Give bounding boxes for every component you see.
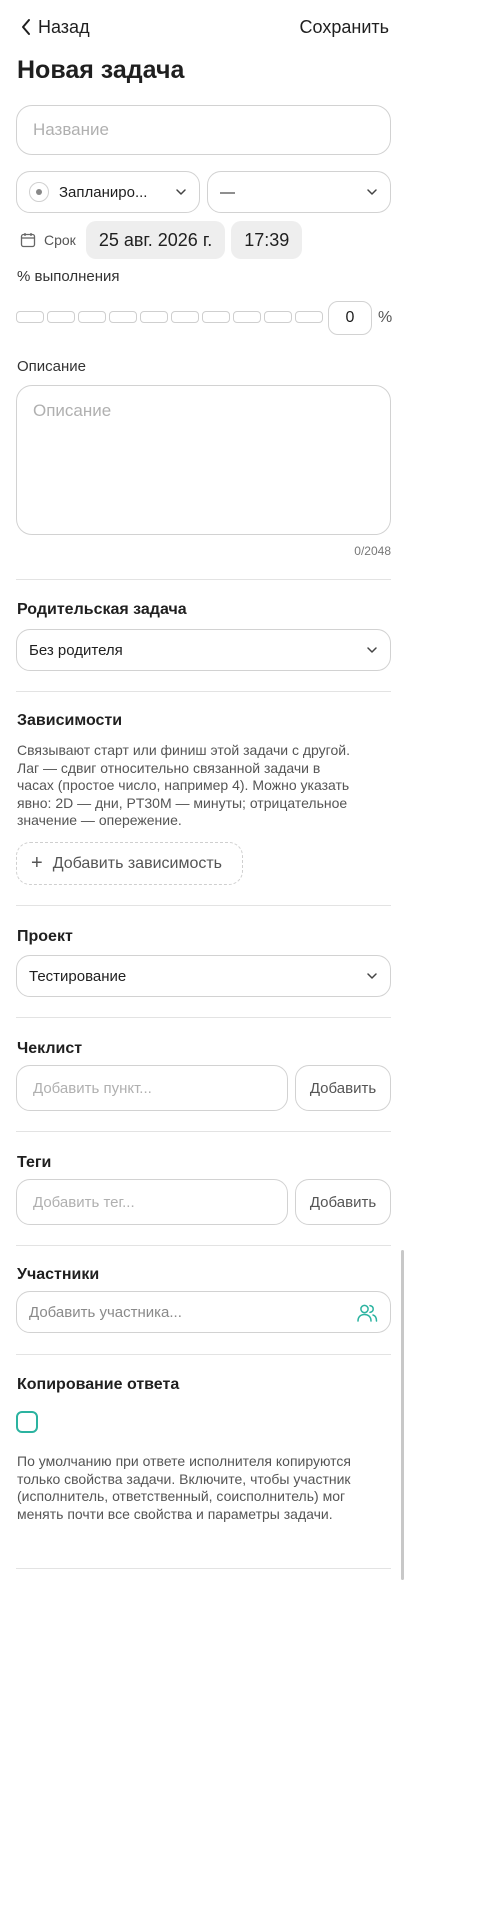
priority-value: — — [220, 183, 235, 201]
divider — [16, 1245, 391, 1246]
task-name-input[interactable]: Название — [16, 105, 391, 155]
dependencies-line: Лаг — сдвиг относительно связанной задач… — [17, 759, 321, 776]
checklist-input[interactable]: Добавить пункт... — [16, 1065, 288, 1111]
tags-placeholder: Добавить тег... — [33, 1193, 135, 1211]
progress-segment[interactable] — [264, 311, 292, 323]
progress-segment[interactable] — [202, 311, 230, 323]
checklist-placeholder: Добавить пункт... — [33, 1079, 152, 1097]
divider — [16, 1131, 391, 1132]
project-select[interactable]: Тестирование — [16, 955, 391, 997]
dependencies-line: Связывают старт или финиш этой задачи с … — [17, 742, 350, 758]
copy-reply-title: Копирование ответа — [17, 1376, 180, 1393]
members-title: Участники — [17, 1266, 100, 1283]
progress-segment[interactable] — [140, 311, 168, 323]
description-counter: 0/2048 — [354, 544, 391, 558]
checklist-add-button[interactable]: Добавить — [295, 1065, 391, 1111]
copy-reply-line: По умолчанию при ответе исполнителя копи… — [17, 1453, 352, 1469]
progress-segment[interactable] — [295, 311, 323, 323]
priority-select[interactable]: — — [207, 171, 391, 213]
dependencies-line: значение — опережение. — [17, 812, 182, 828]
progress-segment[interactable] — [109, 311, 137, 323]
project-title: Проект — [17, 928, 73, 945]
divider — [16, 691, 391, 692]
parent-task-value: Без родителя — [29, 641, 123, 659]
calendar-icon — [20, 233, 36, 248]
divider — [16, 1354, 391, 1355]
progress-segment[interactable] — [233, 311, 261, 323]
add-dependency-button[interactable]: + Добавить зависимость — [16, 842, 243, 885]
task-name-placeholder: Название — [33, 120, 109, 139]
users-icon[interactable] — [356, 1302, 378, 1324]
project-value: Тестирование — [29, 967, 127, 985]
tags-add-button[interactable]: Добавить — [295, 1179, 391, 1225]
dependencies-line: явно: 2D — дни, PT30M — минуты; отрицате… — [17, 794, 348, 811]
progress-segment[interactable] — [47, 311, 75, 323]
tags-title: Теги — [17, 1154, 52, 1171]
progress-segments — [16, 311, 323, 323]
progress-segment[interactable] — [16, 311, 44, 323]
copy-reply-description: По умолчанию при ответе исполнителя копи… — [17, 1453, 392, 1523]
deadline-date-picker[interactable]: 25 авг. 2026 г. — [85, 221, 226, 259]
divider — [16, 1568, 391, 1569]
dependencies-title: Зависимости — [17, 712, 123, 729]
copy-reply-line: менять почти все свойства и параметры за… — [17, 1505, 333, 1522]
copy-reply-line: (исполнитель, ответственный, соисполните… — [17, 1488, 346, 1504]
members-placeholder: Добавить участника... — [29, 1303, 182, 1321]
parent-task-select[interactable]: Без родителя — [16, 629, 391, 671]
status-select[interactable]: Запланиро... — [16, 171, 200, 213]
copy-reply-line: только свойства задачи. Включите, чтобы … — [17, 1470, 351, 1487]
scrollbar[interactable] — [401, 1250, 404, 1580]
divider — [16, 1017, 391, 1018]
divider — [16, 905, 391, 906]
divider — [16, 579, 391, 580]
description-textarea[interactable]: Описание — [16, 385, 391, 535]
plus-icon: + — [31, 852, 43, 874]
save-button[interactable]: Сохранить — [300, 14, 389, 40]
members-input[interactable]: Добавить участника... — [16, 1291, 391, 1333]
status-dot-icon — [29, 182, 49, 202]
checklist-title: Чеклист — [17, 1040, 83, 1057]
back-label: Назад — [38, 16, 90, 37]
copy-reply-checkbox[interactable] — [16, 1411, 38, 1433]
progress-segment[interactable] — [78, 311, 106, 323]
deadline-time-picker[interactable]: 17:39 — [231, 221, 303, 259]
dependencies-line: часах (простое число, например 4). Можно… — [17, 777, 350, 793]
page-title: Новая задача — [17, 56, 185, 84]
top-bar: Назад Сохранить — [0, 0, 405, 54]
tags-input[interactable]: Добавить тег... — [16, 1179, 288, 1225]
deadline-label: Срок — [44, 232, 76, 248]
chevron-down-icon — [176, 189, 186, 195]
description-label: Описание — [17, 358, 87, 375]
status-value: Запланиро... — [59, 183, 148, 201]
chevron-down-icon — [367, 973, 377, 979]
back-button[interactable]: Назад — [20, 14, 90, 40]
progress-segment[interactable] — [171, 311, 199, 323]
progress-input[interactable]: 0 — [328, 301, 372, 335]
progress-unit: % — [378, 309, 393, 326]
progress-label: % выполнения — [17, 268, 120, 285]
deadline-row: Срок 25 авг. 2026 г. 17:39 — [20, 221, 308, 259]
chevron-down-icon — [367, 189, 377, 195]
add-dependency-label: Добавить зависимость — [52, 854, 223, 872]
chevron-left-icon — [22, 19, 30, 35]
dependencies-description: Связывают старт или финиш этой задачи с … — [17, 742, 392, 830]
chevron-down-icon — [367, 647, 377, 653]
description-placeholder: Описание — [33, 401, 112, 420]
parent-task-title: Родительская задача — [17, 601, 187, 618]
